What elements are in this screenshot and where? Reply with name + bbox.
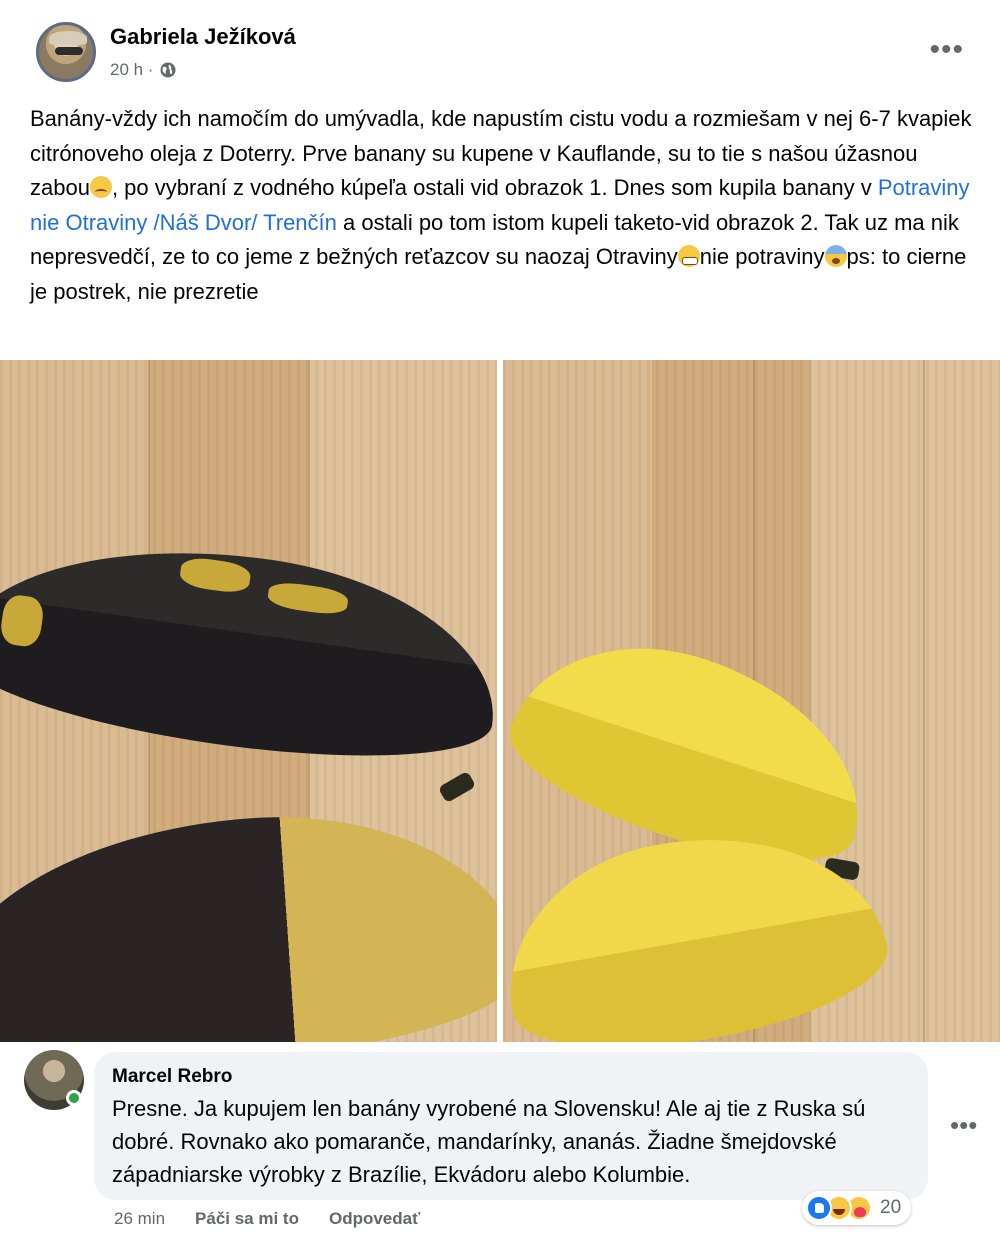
post-more-button[interactable]: ••• xyxy=(929,35,964,65)
fearful-emoji-icon xyxy=(824,245,847,267)
wood-seam xyxy=(923,360,925,1042)
post-header: Gabriela Ježíková 20 h · ••• xyxy=(0,0,1000,95)
like-button[interactable]: Páči sa mi to xyxy=(195,1209,299,1229)
reaction-count: 20 xyxy=(880,1197,902,1218)
photo-1[interactable] xyxy=(0,360,497,1042)
grimacing-emoji-icon xyxy=(677,245,700,267)
banana-spot xyxy=(266,579,350,617)
post-text: Banány-vždy ich namočím do umývadla, kde… xyxy=(30,102,975,309)
comment-more-button[interactable]: ••• xyxy=(950,1112,977,1138)
avatar-glasses xyxy=(55,47,83,55)
comment-time[interactable]: 26 min xyxy=(114,1209,165,1229)
comment-author[interactable]: Marcel Rebro xyxy=(112,1066,232,1088)
comment-reactions[interactable]: 20 xyxy=(802,1191,912,1225)
banana-spot xyxy=(0,593,46,649)
reply-button[interactable]: Odpovedať xyxy=(329,1209,420,1229)
photo-2[interactable] xyxy=(503,360,1000,1042)
comment-actions: 26 min Páči sa mi to Odpovedať xyxy=(114,1209,420,1229)
comment-text: Presne. Ja kupujem len banány vyrobené n… xyxy=(112,1096,866,1187)
post-text-part4: nie potraviny xyxy=(699,244,825,269)
like-icon xyxy=(806,1195,832,1221)
avatar-hat xyxy=(49,31,87,45)
post-meta: 20 h · xyxy=(110,60,177,80)
banana-spot xyxy=(178,555,253,595)
post-text-part2: , po vybraní z vodného kúpeľa ostali vid… xyxy=(111,175,878,200)
online-status-icon xyxy=(66,1090,82,1106)
author-name[interactable]: Gabriela Ježíková xyxy=(110,24,296,50)
author-avatar[interactable] xyxy=(36,22,96,82)
post-photos xyxy=(0,360,1000,1042)
facebook-post: Gabriela Ježíková 20 h · ••• Banány-vždy… xyxy=(0,0,1000,1237)
frowning-emoji-icon xyxy=(89,176,112,198)
post-time[interactable]: 20 h · xyxy=(110,60,153,80)
globe-icon[interactable] xyxy=(159,61,177,79)
